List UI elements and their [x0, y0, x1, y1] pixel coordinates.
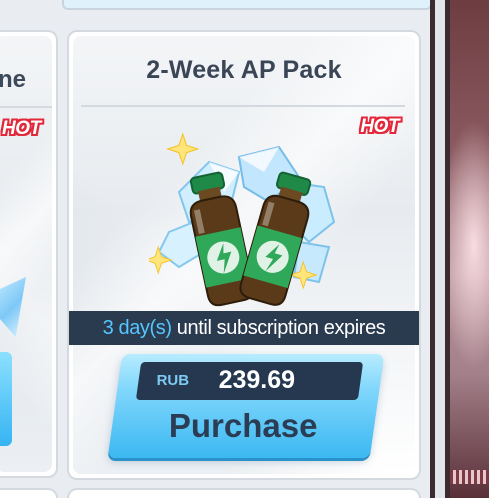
purchase-label: Purchase [168, 407, 318, 444]
card-title-fragment: ne [0, 66, 27, 93]
price-amount: 239.69 [218, 366, 296, 394]
price-box: RUB 239.69 [135, 362, 364, 400]
shop-card-next[interactable] [67, 488, 421, 498]
purchase-button-fragment[interactable] [0, 352, 12, 446]
ap-potion-bottles-icon [149, 132, 336, 307]
card-title: 2-Week AP Pack [146, 56, 342, 84]
purchase-button[interactable]: RUB 239.69 Purchase [107, 354, 385, 458]
subscription-expiry-bar: 3 day(s) until subscription expires [69, 311, 419, 345]
panel-frame [430, 0, 450, 498]
shop-screen: ne HOT 2-Week AP Pack HOT 3 day(s) until… [0, 0, 489, 498]
top-panel [62, 0, 432, 10]
sparkle-icon [165, 132, 200, 166]
card-divider [81, 105, 405, 107]
shop-card-previous[interactable]: ne HOT [0, 30, 58, 478]
expiry-text: until subscription expires [171, 317, 386, 339]
shop-card-next-left[interactable] [0, 488, 58, 498]
hot-badge: HOT [360, 116, 399, 137]
character-art-panel [430, 0, 489, 498]
shop-card-2-week-ap-pack[interactable]: 2-Week AP Pack HOT 3 day(s) until subscr… [67, 30, 421, 480]
expiry-days: 3 day(s) [102, 317, 172, 339]
decorative-rail [450, 470, 489, 484]
price-currency: RUB [156, 372, 190, 389]
card-divider [0, 106, 52, 108]
hot-badge: HOT [2, 118, 41, 139]
